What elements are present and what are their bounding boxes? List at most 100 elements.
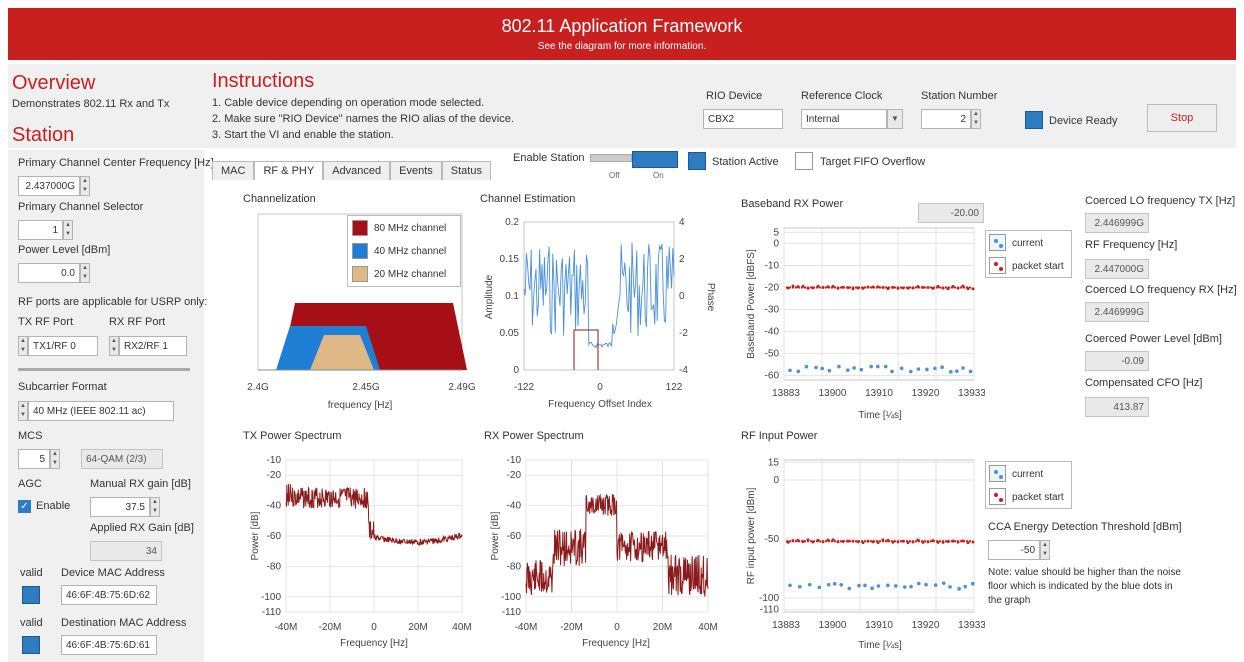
y-tick: -110 <box>262 607 282 618</box>
mcs-stepper[interactable]: ▲ ▼ <box>50 449 60 469</box>
tx-rf-port-stepper[interactable]: ▲ ▼ <box>18 336 28 356</box>
dest-mac-field[interactable]: 46:6F:4B:75:6D:61 <box>61 635 157 655</box>
tx-rf-port-field[interactable]: TX1/RF 0 <box>28 336 98 356</box>
enable-station-track[interactable] <box>590 154 632 162</box>
packet-start-point <box>966 541 970 545</box>
left-divider <box>18 368 190 371</box>
stop-button[interactable]: Stop <box>1147 104 1217 132</box>
subcarrier-field[interactable]: 40 MHz (IEEE 802.11 ac) <box>28 401 174 421</box>
current-point <box>817 585 822 590</box>
rio-device-field[interactable]: CBX2 <box>703 109 783 129</box>
rf-input-plot-area <box>783 459 975 613</box>
current-point <box>876 584 881 588</box>
packet-start-point <box>956 540 960 544</box>
rx-rf-port-field[interactable]: RX2/RF 1 <box>119 336 187 356</box>
manual-gain-stepper[interactable]: ▲ ▼ <box>150 497 160 517</box>
legend-packet-start: packet start <box>1012 261 1064 272</box>
y-tick: 5 <box>773 227 779 238</box>
current-point <box>814 365 818 370</box>
y-tick: -40 <box>267 501 282 512</box>
coerced-power-value: -0.09 <box>1085 351 1149 371</box>
y-tick: 15 <box>768 457 780 468</box>
rx-rf-port-stepper[interactable]: ▲ ▼ <box>109 336 119 356</box>
valid-label-2: valid <box>20 617 43 629</box>
rx-rf-port-label: RX RF Port <box>109 316 166 328</box>
current-point <box>863 583 867 588</box>
tab-advanced[interactable]: Advanced <box>323 161 391 180</box>
packet-start-point <box>801 284 805 288</box>
power-level-stepper[interactable]: ▲ ▼ <box>80 263 90 283</box>
channelization-legend: 80 MHz channel 40 MHz channel 20 MHz cha… <box>347 215 461 287</box>
primary-sel-field[interactable]: 1 <box>18 220 63 240</box>
baseband-rx-chart: 50 -10 -20 -30 -40 -50 -60 13883 13900 13910 13920… <box>746 227 985 421</box>
lo-tx-label: Coerced LO frequency TX [Hz] <box>1085 195 1236 207</box>
packet-start-point <box>911 286 915 290</box>
station-title: Station <box>12 124 75 146</box>
agc-enable-label: Enable <box>36 500 71 512</box>
tab-rf-phy[interactable]: RF & PHY <box>254 161 324 180</box>
primary-sel-stepper[interactable]: ▲ ▼ <box>63 220 73 240</box>
current-point <box>847 586 852 591</box>
legend-40mhz: 40 MHz channel <box>374 246 447 257</box>
toggle-on-label: On <box>653 171 664 180</box>
current-point <box>968 369 973 374</box>
x-tick: 13910 <box>865 620 893 631</box>
cca-threshold-field[interactable]: -50 <box>988 540 1040 560</box>
enable-station-toggle[interactable] <box>632 151 678 168</box>
current-point <box>788 583 792 588</box>
chan-x-tick-1: 2.4G <box>247 382 269 393</box>
y-tick: -100 <box>261 592 281 603</box>
x-tick: 40M <box>452 622 471 633</box>
tab-events[interactable]: Events <box>390 161 442 180</box>
packet-start-point <box>806 538 810 542</box>
station-number-field[interactable]: 2 <box>921 109 971 129</box>
y-tick: -40 <box>507 501 522 512</box>
station-active-label: Station Active <box>712 156 779 168</box>
subcarrier-stepper[interactable]: ▲ ▼ <box>18 401 28 421</box>
x-tick: 13900 <box>819 388 847 399</box>
tab-status[interactable]: Status <box>441 161 491 180</box>
station-active-led <box>688 152 706 170</box>
tab-mac[interactable]: MAC <box>212 161 255 180</box>
y-tick: -60 <box>507 531 522 542</box>
chevron-down-icon[interactable]: ▼ <box>887 109 903 129</box>
current-point <box>916 367 921 371</box>
current-point <box>899 366 904 371</box>
y-tick: 0 <box>773 238 779 249</box>
lo-rx-label: Coerced LO frequency RX [Hz] <box>1085 284 1237 296</box>
x-tick: -40M <box>275 622 298 633</box>
chan-x-tick-2: 2.45G <box>352 382 379 393</box>
current-point <box>925 367 929 372</box>
primary-freq-field[interactable]: 2.437000G <box>18 176 80 196</box>
device-mac-field[interactable]: 46:6F:4B:75:6D:62 <box>61 585 157 605</box>
current-point <box>826 582 831 587</box>
mcs-field[interactable]: 5 <box>18 449 50 469</box>
packet-start-point <box>896 540 900 544</box>
current-point <box>859 367 864 372</box>
packet-start-point <box>826 285 830 289</box>
tx-x-label: Frequency [Hz] <box>340 638 408 649</box>
x-tick: 13910 <box>865 388 893 399</box>
rf-legend-current-swatch <box>989 465 1006 482</box>
current-point <box>796 369 801 374</box>
packet-start-point <box>796 285 800 289</box>
current-point <box>827 368 832 373</box>
cca-threshold-stepper[interactable]: ▲ ▼ <box>1040 540 1050 560</box>
primary-sel-label: Primary Channel Selector <box>18 201 144 213</box>
x-tick: 20M <box>408 622 427 633</box>
primary-freq-stepper[interactable]: ▲ ▼ <box>80 176 90 196</box>
chanest-y-tick: 0.1 <box>505 291 519 302</box>
reference-clock-select[interactable]: Internal <box>801 109 887 129</box>
power-level-field[interactable]: 0.0 <box>18 263 80 283</box>
legend-20mhz-swatch <box>352 266 368 282</box>
cca-threshold-label: CCA Energy Detection Threshold [dBm] <box>988 521 1182 533</box>
manual-gain-field[interactable]: 37.5 <box>90 497 150 517</box>
packet-start-point <box>916 538 920 542</box>
rf-input-title: RF Input Power <box>741 430 818 442</box>
packet-start-point <box>921 285 925 289</box>
packet-start-point <box>946 287 950 291</box>
station-number-stepper[interactable]: ▲ ▼ <box>971 109 981 129</box>
agc-checkbox[interactable]: ✓ <box>18 500 31 513</box>
packet-start-point <box>921 540 925 544</box>
legend-40mhz-swatch <box>352 243 368 259</box>
